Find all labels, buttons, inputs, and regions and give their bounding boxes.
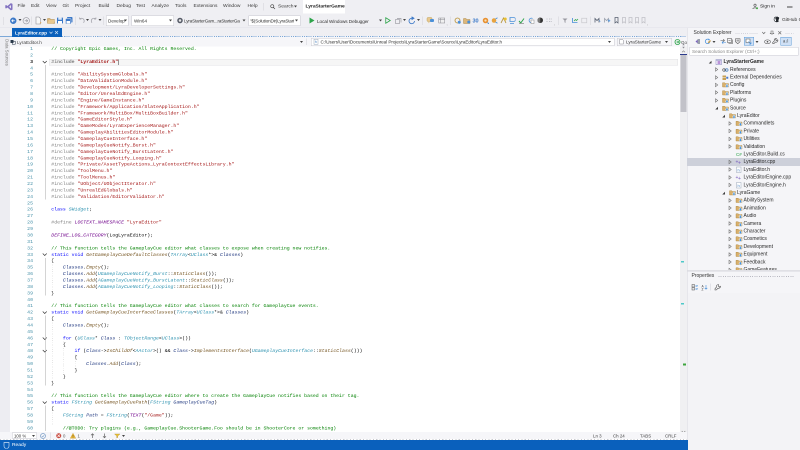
svg-text:30: 30: [473, 19, 479, 25]
svg-text:+: +: [738, 176, 741, 181]
svg-text:h: h: [738, 183, 740, 188]
svg-text:h: h: [738, 167, 740, 172]
svg-text:+: +: [738, 161, 741, 166]
svg-text:Z: Z: [702, 288, 704, 291]
svg-text:C#: C#: [736, 152, 742, 157]
svg-text:h: h: [315, 40, 317, 44]
